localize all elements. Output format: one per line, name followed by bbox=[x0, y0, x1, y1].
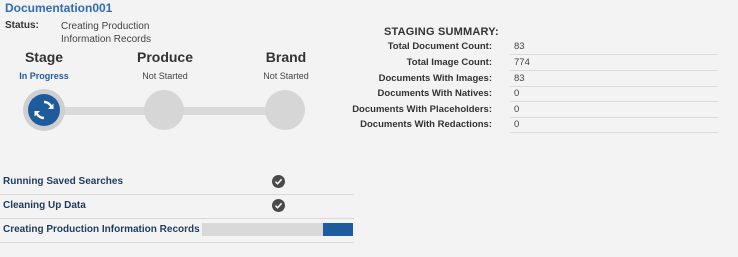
task-label: Running Saved Searches bbox=[3, 176, 124, 187]
stage-status: Not Started bbox=[142, 71, 188, 81]
production-title: Documentation001 bbox=[5, 1, 113, 15]
summary-value: 0 bbox=[510, 102, 718, 118]
checkmark-icon bbox=[272, 199, 285, 212]
summary-label: Documents With Natives: bbox=[377, 88, 492, 99]
summary-row: Documents With Natives: 0 bbox=[360, 86, 720, 102]
summary-row: Documents With Images: 83 bbox=[360, 71, 720, 87]
sync-icon bbox=[34, 100, 54, 120]
summary-row: Documents With Placeholders: 0 bbox=[352, 102, 720, 118]
status-value: Creating Production Information Records bbox=[61, 21, 152, 45]
stage-status: Not Started bbox=[263, 71, 309, 81]
stage-step-stage: Stage In Progress bbox=[0, 49, 94, 81]
summary-value: 0 bbox=[510, 117, 718, 133]
checkmark-icon bbox=[272, 175, 285, 188]
summary-label: Total Image Count: bbox=[406, 57, 492, 68]
summary-row: Total Document Count: 83 bbox=[360, 39, 720, 55]
summary-row: Documents With Redactions: 0 bbox=[360, 117, 720, 133]
stage-circle-brand bbox=[265, 90, 305, 130]
stage-step-produce: Produce Not Started bbox=[115, 49, 215, 81]
summary-value: 774 bbox=[510, 55, 718, 71]
task-label: Creating Production Information Records bbox=[3, 224, 200, 235]
task-progress-fill bbox=[322, 223, 353, 236]
task-row: Cleaning Up Data bbox=[0, 195, 354, 219]
stage-name: Produce bbox=[136, 49, 193, 65]
summary-value: 83 bbox=[510, 39, 718, 55]
summary-label: Documents With Redactions: bbox=[360, 119, 492, 130]
stage-name: Stage bbox=[24, 49, 64, 65]
summary-label: Total Document Count: bbox=[387, 41, 492, 52]
stage-status: In Progress bbox=[19, 71, 69, 81]
staging-summary-title: STAGING SUMMARY: bbox=[384, 26, 499, 38]
task-progress-bar bbox=[202, 223, 353, 236]
task-label: Cleaning Up Data bbox=[3, 200, 86, 211]
stage-circle-active bbox=[23, 89, 65, 131]
status-label: Status: bbox=[5, 20, 39, 31]
summary-value: 0 bbox=[510, 86, 718, 102]
summary-value: 83 bbox=[510, 71, 718, 87]
task-row: Creating Production Information Records bbox=[0, 219, 354, 243]
stage-name: Brand bbox=[265, 49, 307, 65]
summary-label: Documents With Placeholders: bbox=[352, 104, 492, 115]
stage-circle-produce bbox=[144, 90, 184, 130]
summary-row: Total Image Count: 774 bbox=[360, 55, 720, 71]
summary-label: Documents With Images: bbox=[378, 73, 492, 84]
stage-step-brand: Brand Not Started bbox=[236, 49, 336, 81]
task-row: Running Saved Searches bbox=[0, 171, 354, 195]
